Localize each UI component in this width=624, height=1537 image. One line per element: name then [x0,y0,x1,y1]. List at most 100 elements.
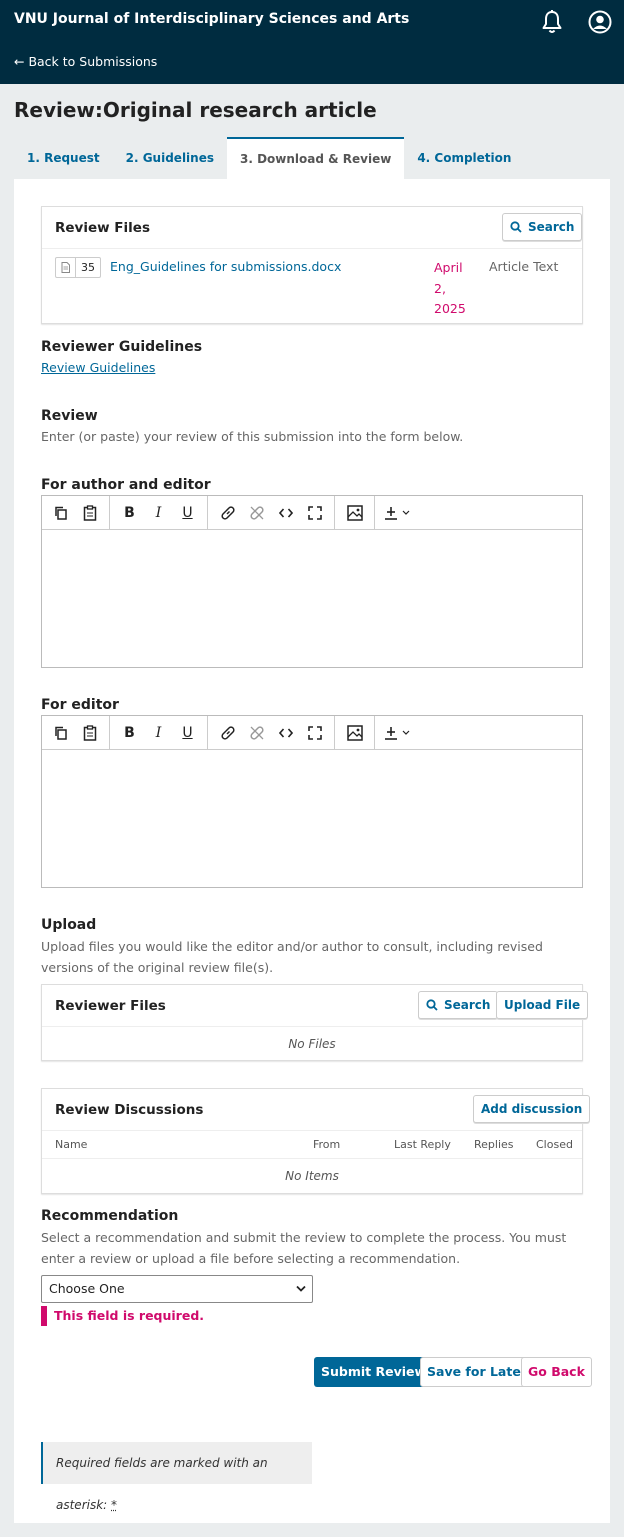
fullscreen-icon[interactable] [300,498,329,528]
column-header-closed[interactable]: Closed [536,1138,573,1151]
upload-dropdown-icon[interactable] [380,718,418,748]
file-date-line: 2025 [434,301,466,316]
unlink-icon[interactable] [242,498,271,528]
search-icon [426,999,438,1011]
column-header-from[interactable]: From [313,1138,340,1151]
link-icon[interactable] [213,498,242,528]
back-to-submissions-link[interactable]: ← Back to Submissions [14,54,157,69]
required-asterisk: * [111,1498,118,1512]
column-header-last-reply[interactable]: Last Reply [394,1138,451,1151]
paste-icon[interactable] [75,498,104,528]
recommendation-select[interactable]: Choose One [41,1275,313,1303]
recommendation-description: Select a recommendation and submit the r… [41,1230,567,1266]
editor-textarea[interactable] [42,750,582,887]
copy-icon[interactable] [46,718,75,748]
top-header: VNU Journal of Interdisciplinary Science… [0,0,624,84]
column-header-replies[interactable]: Replies [474,1138,514,1151]
discussions-table-header: Name From Last Reply Replies Closed [42,1131,582,1159]
file-date-line: April [434,260,463,275]
author-editor-label: For author and editor [41,477,211,493]
upload-file-button[interactable]: Upload File [496,991,589,1019]
toolbar-divider [109,495,110,530]
code-icon[interactable] [271,498,300,528]
toolbar-divider [207,495,208,530]
tab-request[interactable]: 1. Request [14,137,113,179]
search-label: Search [444,998,491,1012]
italic-icon[interactable]: I [144,498,173,528]
editor-only-label: For editor [41,697,119,713]
image-icon[interactable] [340,498,369,528]
tab-completion[interactable]: 4. Completion [404,137,524,179]
site-title[interactable]: VNU Journal of Interdisciplinary Science… [14,11,409,27]
toolbar-divider [374,715,375,750]
review-files-header: Review Files Search [42,207,583,249]
review-discussions-title: Review Discussions [55,1102,204,1118]
toolbar-divider [207,715,208,750]
reviewer-files-header: Reviewer Files Search Upload File [42,985,589,1027]
review-discussions-grid: Review Discussions Add discussion Name F… [41,1088,591,1194]
review-files-search-button[interactable]: Search [502,213,583,241]
page-title: Review:Original research article [14,98,377,122]
editor-toolbar: B I U [42,495,582,530]
bell-icon[interactable] [540,9,564,35]
bold-icon[interactable]: B [115,718,144,748]
add-discussion-button[interactable]: Add discussion [473,1095,591,1123]
file-id: 35 [81,261,95,274]
code-icon[interactable] [271,718,300,748]
table-row: 35 Eng_Guidelines for submissions.docx A… [42,249,582,324]
upload-description: Upload files you would like the editor a… [41,939,543,975]
main-panel: Review Files Search 35 Eng_Guidelines fo… [14,179,610,1523]
column-header-name[interactable]: Name [55,1138,87,1151]
unlink-icon[interactable] [242,718,271,748]
underline-icon[interactable]: U [173,718,202,748]
document-icon [56,258,76,277]
file-badge: 35 [55,257,101,278]
review-files-grid: Review Files Search 35 Eng_Guidelines fo… [41,206,583,324]
upload-label: Upload [41,917,97,933]
reviewer-files-search-button[interactable]: Search [418,991,499,1019]
reviewer-files-title: Reviewer Files [55,998,166,1014]
paste-icon[interactable] [75,718,104,748]
search-label: Search [528,220,575,234]
toolbar-divider [374,495,375,530]
file-type: Article Text [489,259,559,274]
italic-icon[interactable]: I [144,718,173,748]
search-icon [510,221,522,233]
required-note-text: Required fields are marked with an aster… [56,1456,268,1512]
save-for-later-button[interactable]: Save for Later [420,1357,534,1387]
review-description: Enter (or paste) your review of this sub… [41,429,464,444]
user-icon[interactable] [588,10,612,34]
tab-guidelines[interactable]: 2. Guidelines [113,137,227,179]
link-icon[interactable] [213,718,242,748]
review-discussions-header: Review Discussions Add discussion [42,1089,591,1131]
chevron-down-icon [296,1285,306,1292]
required-error-message: This field is required. [41,1306,204,1326]
review-guidelines-link[interactable]: Review Guidelines [41,360,155,375]
submit-review-button[interactable]: Submit Review [314,1357,434,1387]
file-date: April 2, 2025 [434,258,466,320]
copy-icon[interactable] [46,498,75,528]
discussions-empty: No Items [285,1169,339,1183]
underline-icon[interactable]: U [173,498,202,528]
bold-icon[interactable]: B [115,498,144,528]
review-files-title: Review Files [55,220,150,236]
file-name-link[interactable]: Eng_Guidelines for submissions.docx [110,259,341,274]
toolbar-divider [334,715,335,750]
required-fields-note: Required fields are marked with an aster… [41,1442,312,1512]
reviewer-guidelines-label: Reviewer Guidelines [41,339,203,355]
author-editor-textarea[interactable] [42,530,582,667]
recommendation-selected-value: Choose One [49,1281,125,1296]
upload-dropdown-icon[interactable] [380,498,418,528]
image-icon[interactable] [340,718,369,748]
fullscreen-icon[interactable] [300,718,329,748]
editor-rich-text: B I U [41,715,583,888]
tab-download-review[interactable]: 3. Download & Review [227,137,405,179]
workflow-tabs: 1. Request 2. Guidelines 3. Download & R… [14,137,524,179]
editor-toolbar: B I U [42,715,582,750]
toolbar-divider [334,495,335,530]
review-label: Review [41,408,98,424]
reviewer-files-grid: Reviewer Files Search Upload File No Fil… [41,984,589,1061]
recommendation-label: Recommendation [41,1208,179,1224]
go-back-button[interactable]: Go Back [521,1357,592,1387]
toolbar-divider [109,715,110,750]
